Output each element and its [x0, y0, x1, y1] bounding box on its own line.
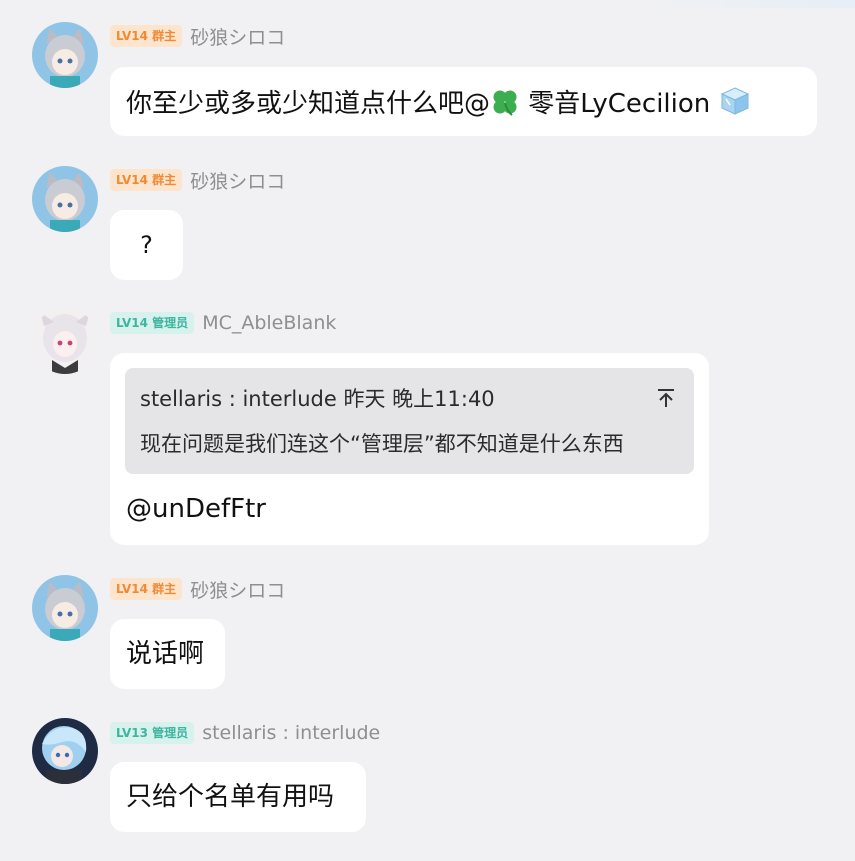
message-text: 你至少或多或少知道点什么吧@ 零音LyCecilion — [126, 85, 751, 125]
quote-header: stellaris : interlude 昨天 晚上11:40 — [140, 387, 495, 411]
message-bubble[interactable]: stellaris : interlude 昨天 晚上11:40 现在问题是我们… — [110, 353, 709, 545]
message-bubble[interactable]: 只给个名单有用吗 — [110, 762, 366, 832]
anime-cat-girl-avatar — [32, 22, 98, 88]
sender-name[interactable]: MC_AbleBlank — [202, 312, 336, 334]
sender-name[interactable]: 砂狼シロコ — [190, 167, 285, 194]
message-bubble[interactable]: 说话啊 — [110, 619, 225, 689]
message-bubble[interactable]: 你至少或多或少知道点什么吧@ 零音LyCecilion — [110, 67, 817, 136]
avatar[interactable] — [32, 308, 98, 374]
quoted-reply[interactable]: stellaris : interlude 昨天 晚上11:40 现在问题是我们… — [125, 368, 694, 474]
sender-meta: LV14 管理员 MC_AbleBlank — [110, 311, 336, 335]
anime-cat-girl-avatar — [32, 166, 98, 232]
sender-meta: LV13 管理员 stellaris : interlude — [110, 721, 380, 745]
message-text: 只给个名单有用吗 — [126, 782, 335, 812]
white-haired-girl-avatar — [32, 308, 98, 374]
level-badge: LV13 管理员 — [110, 722, 195, 744]
quote-body: 现在问题是我们连这个“管理层”都不知道是什么东西 — [140, 432, 624, 456]
sender-meta: LV14 群主 砂狼シロコ — [110, 167, 285, 194]
anime-cat-girl-avatar — [32, 575, 98, 641]
ice-cube-icon — [719, 85, 751, 125]
sender-name[interactable]: 砂狼シロコ — [190, 23, 285, 50]
message-text: ? — [140, 231, 153, 259]
avatar[interactable] — [32, 22, 98, 88]
message-bubble[interactable]: ? — [110, 210, 183, 280]
sender-meta: LV14 群主 砂狼シロコ — [110, 23, 285, 50]
sender-name[interactable]: 砂狼シロコ — [190, 576, 285, 603]
message-text: 说话啊 — [126, 639, 205, 669]
avatar[interactable] — [32, 575, 98, 641]
message-text: @unDefFtr — [126, 494, 266, 524]
blue-haired-character-avatar — [32, 718, 98, 784]
sender-meta: LV14 群主 砂狼シロコ — [110, 576, 285, 603]
four-leaf-clover-icon — [490, 87, 520, 125]
avatar[interactable] — [32, 718, 98, 784]
level-badge: LV14 群主 — [110, 578, 183, 600]
level-badge: LV14 管理员 — [110, 312, 195, 334]
top-accent — [640, 0, 855, 8]
level-badge: LV14 群主 — [110, 169, 183, 191]
scroll-to-top-icon[interactable] — [654, 386, 678, 410]
avatar[interactable] — [32, 166, 98, 232]
sender-name[interactable]: stellaris : interlude — [202, 722, 380, 744]
level-badge: LV14 群主 — [110, 25, 183, 47]
